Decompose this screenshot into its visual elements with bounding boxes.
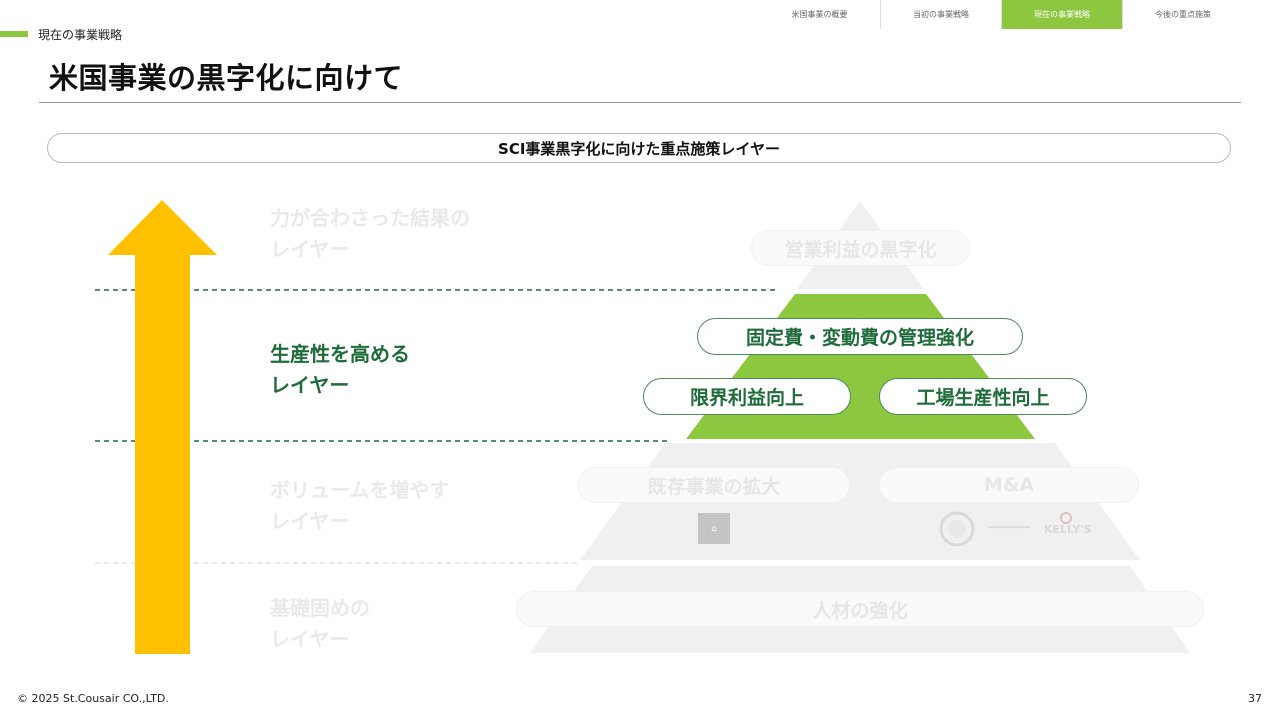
pill-cost-management: 固定費・変動費の管理強化 (697, 318, 1023, 355)
pill-factory-productivity: 工場生産性向上 (879, 378, 1087, 415)
upward-arrow (108, 200, 217, 654)
pill-human-resources: 人材の強化 (516, 591, 1204, 627)
page-number: 37 (1248, 692, 1262, 705)
layer-label-volume: ボリュームを増やす レイヤー (270, 478, 450, 533)
brand-logo-kellys: KELLY'S (1044, 523, 1092, 536)
pill-marginal-profit: 限界利益向上 (643, 378, 851, 415)
pill-ma: M&A (879, 467, 1139, 503)
pyramid-tier-productivity (686, 294, 1035, 439)
layer-label-result: 力が合わさった結果の レイヤー (270, 206, 470, 261)
layer-label-foundation: 基礎固めの レイヤー (270, 596, 370, 651)
pill-existing-business: 既存事業の拡大 (578, 467, 850, 503)
copyright: © 2025 St.Cousair CO.,LTD. (17, 692, 169, 705)
layer-label-productivity: 生産性を高める レイヤー (270, 342, 410, 397)
pill-operating-profit: 営業利益の黒字化 (751, 230, 970, 266)
brand-logo-square: ⌂ (698, 513, 730, 544)
